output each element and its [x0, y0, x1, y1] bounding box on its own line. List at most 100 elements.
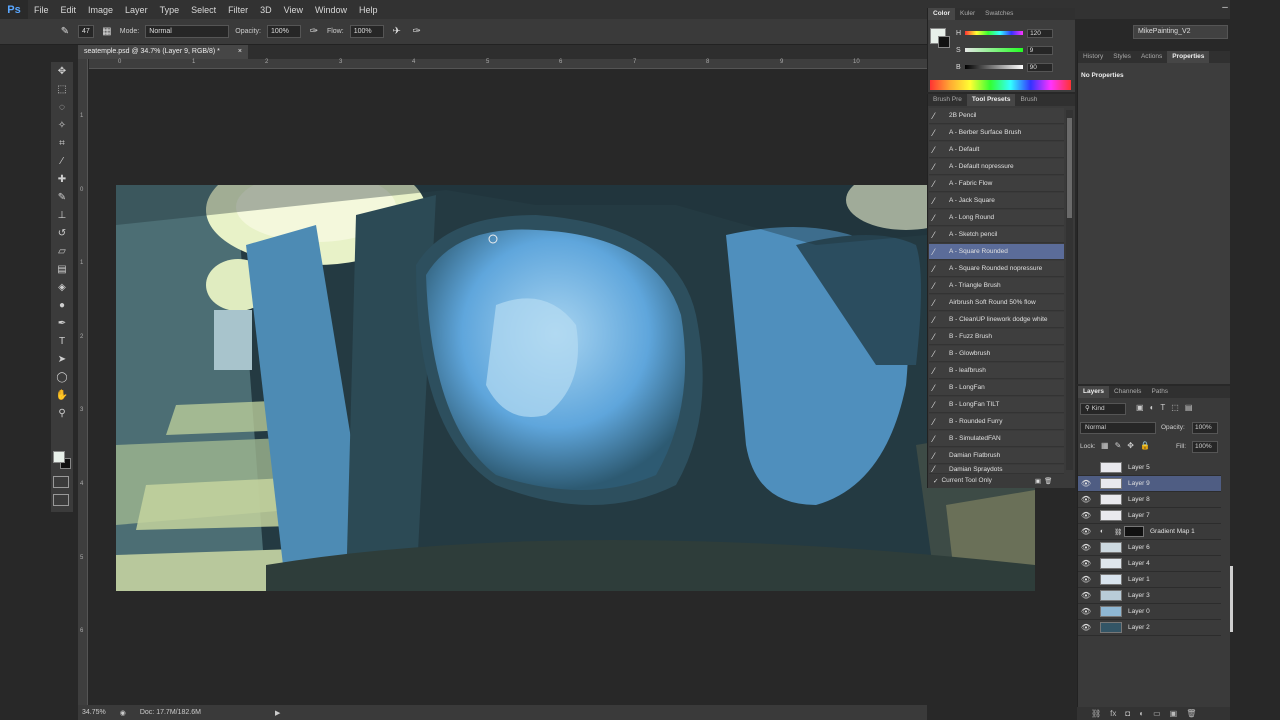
- preset-item[interactable]: ⁄ Airbrush Soft Round 50% flow: [929, 295, 1064, 311]
- visibility-icon[interactable]: 👁: [1078, 527, 1094, 536]
- tab-channels[interactable]: Channels: [1109, 386, 1146, 398]
- tab-tool-presets[interactable]: Tool Presets: [966, 94, 1016, 106]
- layer-row[interactable]: 👁 Layer 0: [1078, 604, 1221, 620]
- layer-row[interactable]: 👁 Layer 7: [1078, 508, 1221, 524]
- pen-tool-icon[interactable]: ✒: [51, 314, 73, 332]
- menu-help[interactable]: Help: [353, 5, 384, 15]
- brush-size-picker[interactable]: 47: [78, 25, 94, 38]
- preset-item[interactable]: ⁄ B - Fuzz Brush: [929, 329, 1064, 345]
- preset-item[interactable]: ⁄ A - Long Round: [929, 210, 1064, 226]
- layer-row[interactable]: 👁 ◐ ⛓ Gradient Map 1: [1078, 524, 1221, 540]
- preset-item[interactable]: ⁄ A - Berber Surface Brush: [929, 125, 1064, 141]
- ellipse-tool-icon[interactable]: ◯: [51, 368, 73, 386]
- tab-color[interactable]: Color: [928, 8, 955, 20]
- menu-view[interactable]: View: [278, 5, 309, 15]
- adjustment-icon[interactable]: ◐: [1139, 709, 1144, 718]
- preset-item[interactable]: ⁄ Damian Spraydots: [929, 465, 1064, 474]
- layer-row[interactable]: 👁 Layer 6: [1078, 540, 1221, 556]
- preset-item-selected[interactable]: ⁄ A - Square Rounded: [929, 244, 1064, 260]
- preset-item[interactable]: ⁄ A - Sketch pencil: [929, 227, 1064, 243]
- checkmark-icon[interactable]: ✓: [933, 477, 938, 485]
- tab-close-icon[interactable]: ×: [238, 45, 242, 59]
- delete-layer-icon[interactable]: 🗑: [1186, 709, 1196, 718]
- menu-type[interactable]: Type: [154, 5, 186, 15]
- new-preset-icon[interactable]: ▣: [1035, 477, 1041, 485]
- color-background-swatch[interactable]: [938, 36, 950, 48]
- preset-item[interactable]: ⁄ Damian Flatbrush: [929, 448, 1064, 464]
- zoom-level[interactable]: 34.75%: [82, 709, 106, 716]
- menu-filter[interactable]: Filter: [222, 5, 254, 15]
- preset-item[interactable]: ⁄ B - LongFan TILT: [929, 397, 1064, 413]
- pixel-filter-icon[interactable]: ▣: [1136, 403, 1144, 415]
- fx-icon[interactable]: fx: [1110, 709, 1116, 718]
- tab-history[interactable]: History: [1078, 51, 1108, 63]
- preset-item[interactable]: ⁄ 2B Pencil: [929, 108, 1064, 124]
- quick-mask-icon[interactable]: [53, 476, 69, 488]
- current-tool-only-row[interactable]: ✓ Current Tool Only ▣ 🗑: [929, 474, 1069, 487]
- tab-actions[interactable]: Actions: [1136, 51, 1167, 63]
- layer-row-selected[interactable]: 👁 Layer 9: [1078, 476, 1221, 492]
- hue-value[interactable]: 120: [1027, 28, 1054, 38]
- marquee-tool-icon[interactable]: ⬚: [51, 80, 73, 98]
- eraser-tool-icon[interactable]: ▱: [51, 242, 73, 260]
- lock-position-icon[interactable]: ✥: [1127, 441, 1134, 450]
- menu-select[interactable]: Select: [185, 5, 222, 15]
- menu-layer[interactable]: Layer: [119, 5, 154, 15]
- preset-item[interactable]: ⁄ A - Default: [929, 142, 1064, 158]
- gradient-tool-icon[interactable]: ▤: [51, 260, 73, 278]
- menu-window[interactable]: Window: [309, 5, 353, 15]
- visibility-icon[interactable]: 👁: [1078, 623, 1094, 632]
- dodge-tool-icon[interactable]: ●: [51, 296, 73, 314]
- lock-pixels-icon[interactable]: ▦: [1101, 441, 1109, 450]
- preset-item[interactable]: ⁄ B - LongFan: [929, 380, 1064, 396]
- mode-select[interactable]: Normal: [145, 25, 230, 38]
- preset-item[interactable]: ⁄ A - Default nopressure: [929, 159, 1064, 175]
- visibility-icon[interactable]: 👁: [1078, 575, 1094, 584]
- foreground-color-swatch[interactable]: [53, 451, 65, 463]
- preset-item[interactable]: ⁄ A - Jack Square: [929, 193, 1064, 209]
- layer-row[interactable]: 👁 Layer 2: [1078, 620, 1221, 636]
- brush-tool-icon[interactable]: ✎: [51, 188, 73, 206]
- brush-tool-icon[interactable]: ✎: [58, 25, 72, 39]
- trash-icon[interactable]: 🗑: [1044, 477, 1052, 485]
- visibility-icon[interactable]: 👁: [1078, 543, 1094, 552]
- visibility-icon[interactable]: 👁: [1078, 559, 1094, 568]
- tab-kuler[interactable]: Kuler: [955, 8, 980, 20]
- layer-row[interactable]: 👁 Layer 3: [1078, 588, 1221, 604]
- visibility-icon[interactable]: 👁: [1078, 479, 1094, 488]
- new-layer-icon[interactable]: ▣: [1170, 709, 1178, 718]
- blur-tool-icon[interactable]: ◈: [51, 278, 73, 296]
- visibility-icon[interactable]: 👁: [1078, 495, 1094, 504]
- shape-filter-icon[interactable]: ⬚: [1171, 403, 1179, 415]
- eyedropper-tool-icon[interactable]: ⁄: [51, 152, 73, 170]
- document-canvas[interactable]: [116, 185, 1035, 591]
- info-icon[interactable]: ◉: [120, 709, 126, 717]
- tab-paths[interactable]: Paths: [1146, 386, 1173, 398]
- menu-edit[interactable]: Edit: [55, 5, 83, 15]
- blend-mode-select[interactable]: Normal: [1080, 422, 1156, 434]
- smart-filter-icon[interactable]: ▤: [1185, 403, 1193, 415]
- color-spectrum-bar[interactable]: [930, 80, 1071, 90]
- preset-item[interactable]: ⁄ B - SimulatedFAN: [929, 431, 1064, 447]
- history-brush-tool-icon[interactable]: ↺: [51, 224, 73, 242]
- screen-mode-icon[interactable]: [53, 494, 69, 506]
- brush-panel-toggle-icon[interactable]: ▦: [100, 25, 114, 39]
- crop-tool-icon[interactable]: ⌗: [51, 134, 73, 152]
- tab-brush-presets[interactable]: Brush Pre: [928, 94, 967, 106]
- quick-select-tool-icon[interactable]: ✧: [51, 116, 73, 134]
- link-layers-icon[interactable]: ⛓: [1091, 709, 1101, 718]
- menu-file[interactable]: File: [28, 5, 55, 15]
- preset-item[interactable]: ⁄ A - Square Rounded nopressure: [929, 261, 1064, 277]
- presets-scroll-thumb[interactable]: [1067, 118, 1072, 218]
- preset-item[interactable]: ⁄ A - Fabric Flow: [929, 176, 1064, 192]
- clone-stamp-tool-icon[interactable]: ⊥: [51, 206, 73, 224]
- preset-item[interactable]: ⁄ B - Glowbrush: [929, 346, 1064, 362]
- pressure-size-icon[interactable]: ✑: [410, 25, 424, 39]
- airbrush-icon[interactable]: ✈: [390, 25, 404, 39]
- workspace-select[interactable]: MikePainting_V2: [1133, 25, 1228, 39]
- brightness-value[interactable]: 90: [1026, 62, 1053, 72]
- layer-row[interactable]: 👁 Layer 8: [1078, 492, 1221, 508]
- brightness-slider[interactable]: [964, 65, 1023, 69]
- tab-layers[interactable]: Layers: [1078, 386, 1109, 398]
- layer-kind-filter[interactable]: ⚲ Kind: [1080, 403, 1126, 415]
